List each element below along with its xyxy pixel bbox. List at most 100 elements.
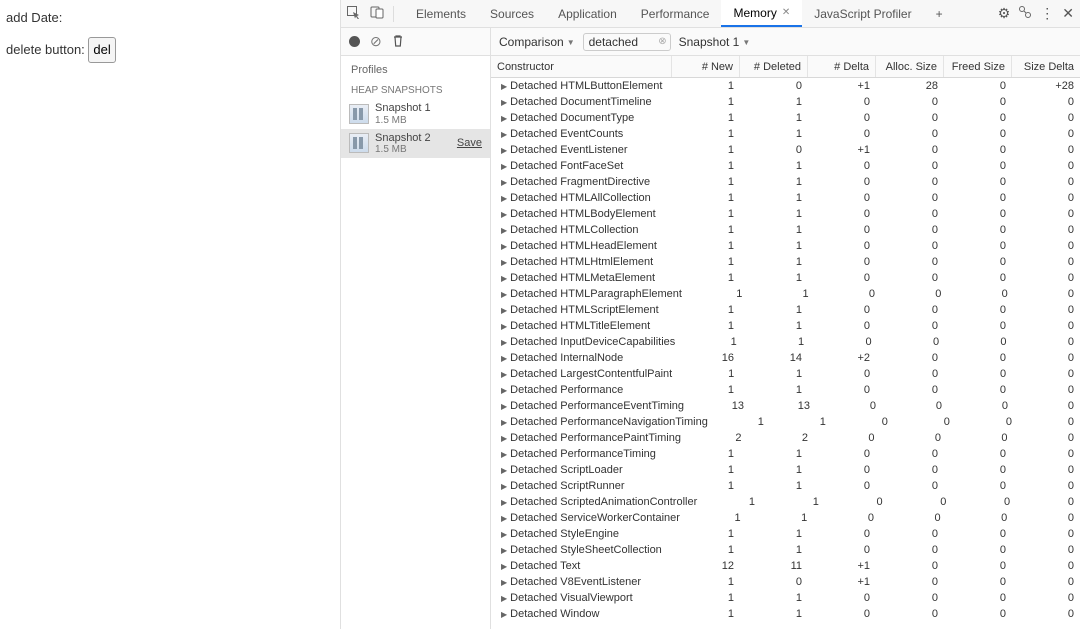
col-freed-size[interactable]: Freed Size [944, 56, 1012, 77]
table-row[interactable]: ▶Detached V8EventListener10+1000 [491, 574, 1080, 590]
expand-icon[interactable]: ▶ [501, 530, 507, 539]
expand-icon[interactable]: ▶ [501, 290, 507, 299]
expand-icon[interactable]: ▶ [501, 226, 507, 235]
table-row[interactable]: ▶Detached PerformanceNavigationTiming110… [491, 414, 1080, 430]
expand-icon[interactable]: ▶ [501, 82, 507, 91]
expand-icon[interactable]: ▶ [501, 194, 507, 203]
table-row[interactable]: ▶Detached InternalNode1614+2000 [491, 350, 1080, 366]
table-row[interactable]: ▶Detached FontFaceSet110000 [491, 158, 1080, 174]
table-row[interactable]: ▶Detached HTMLTitleElement110000 [491, 318, 1080, 334]
expand-icon[interactable]: ▶ [501, 114, 507, 123]
expand-icon[interactable]: ▶ [501, 434, 507, 443]
tab-javascript-profiler[interactable]: JavaScript Profiler [802, 0, 923, 27]
table-row[interactable]: ▶Detached Text1211+1000 [491, 558, 1080, 574]
expand-icon[interactable]: ▶ [501, 562, 507, 571]
expand-icon[interactable]: ▶ [501, 594, 507, 603]
table-row[interactable]: ▶Detached HTMLParagraphElement110000 [491, 286, 1080, 302]
expand-icon[interactable]: ▶ [501, 322, 507, 331]
tab-application[interactable]: Application [546, 0, 629, 27]
expand-icon[interactable]: ▶ [501, 146, 507, 155]
device-toggle-icon[interactable] [365, 5, 389, 22]
del-button[interactable]: del [88, 37, 115, 64]
table-row[interactable]: ▶Detached HTMLHtmlElement110000 [491, 254, 1080, 270]
expand-icon[interactable]: ▶ [501, 402, 507, 411]
expand-icon[interactable]: ▶ [501, 210, 507, 219]
table-row[interactable]: ▶Detached Performance110000 [491, 382, 1080, 398]
tab-elements[interactable]: Elements [404, 0, 478, 27]
table-row[interactable]: ▶Detached HTMLButtonElement10+1280+28 [491, 78, 1080, 94]
table-row[interactable]: ▶Detached ScriptRunner110000 [491, 478, 1080, 494]
table-row[interactable]: ▶Detached HTMLMetaElement110000 [491, 270, 1080, 286]
expand-icon[interactable]: ▶ [501, 546, 507, 555]
devtools-close-icon[interactable]: ✕ [1062, 5, 1074, 22]
expand-icon[interactable]: ▶ [501, 498, 507, 507]
record-icon[interactable] [349, 36, 360, 47]
snapshot-item[interactable]: Snapshot 2 1.5 MB Save [341, 129, 490, 159]
col-deleted[interactable]: # Deleted [740, 56, 808, 77]
col-constructor[interactable]: Constructor [491, 56, 672, 77]
expand-icon[interactable]: ▶ [501, 386, 507, 395]
clear-icon[interactable]: ⊘ [370, 33, 382, 50]
table-row[interactable]: ▶Detached InputDeviceCapabilities110000 [491, 334, 1080, 350]
table-row[interactable]: ▶Detached VisualViewport110000 [491, 590, 1080, 606]
expand-icon[interactable]: ▶ [501, 418, 507, 427]
expand-icon[interactable]: ▶ [501, 514, 507, 523]
tab-performance[interactable]: Performance [629, 0, 722, 27]
table-row[interactable]: ▶Detached Window110000 [491, 606, 1080, 622]
table-row[interactable]: ▶Detached ServiceWorkerContainer110000 [491, 510, 1080, 526]
close-icon[interactable]: ✕ [782, 7, 790, 18]
col-size-delta[interactable]: Size Delta [1012, 56, 1080, 77]
snapshot-item[interactable]: Snapshot 1 1.5 MB [341, 99, 490, 129]
table-row[interactable]: ▶Detached DocumentTimeline110000 [491, 94, 1080, 110]
class-filter-input[interactable]: detached ⊗ [583, 33, 671, 51]
table-row[interactable]: ▶Detached HTMLAllCollection110000 [491, 190, 1080, 206]
expand-icon[interactable]: ▶ [501, 482, 507, 491]
tab-sources[interactable]: Sources [478, 0, 546, 27]
expand-icon[interactable]: ▶ [501, 258, 507, 267]
table-row[interactable]: ▶Detached PerformanceTiming110000 [491, 446, 1080, 462]
table-row[interactable]: ▶Detached EventListener10+1000 [491, 142, 1080, 158]
table-row[interactable]: ▶Detached HTMLBodyElement110000 [491, 206, 1080, 222]
col-new[interactable]: # New [672, 56, 740, 77]
gear-icon[interactable]: ⚙ [998, 5, 1011, 22]
tab-memory[interactable]: Memory✕ [721, 0, 802, 27]
table-row[interactable]: ▶Detached FragmentDirective110000 [491, 174, 1080, 190]
expand-icon[interactable]: ▶ [501, 162, 507, 171]
snapshot-save-link[interactable]: Save [457, 137, 482, 149]
expand-icon[interactable]: ▶ [501, 178, 507, 187]
table-row[interactable]: ▶Detached HTMLCollection110000 [491, 222, 1080, 238]
clear-filter-icon[interactable]: ⊗ [658, 36, 666, 47]
expand-icon[interactable]: ▶ [501, 354, 507, 363]
table-row[interactable]: ▶Detached HTMLScriptElement110000 [491, 302, 1080, 318]
table-row[interactable]: ▶Detached DocumentType110000 [491, 110, 1080, 126]
col-alloc-size[interactable]: Alloc. Size [876, 56, 944, 77]
expand-icon[interactable]: ▶ [501, 274, 507, 283]
table-row[interactable]: ▶Detached LargestContentfulPaint110000 [491, 366, 1080, 382]
expand-icon[interactable]: ▶ [501, 610, 507, 619]
baseline-select[interactable]: Snapshot 1▼ [679, 35, 751, 49]
table-row[interactable]: ▶Detached EventCounts110000 [491, 126, 1080, 142]
col-delta[interactable]: # Delta [808, 56, 876, 77]
expand-icon[interactable]: ▶ [501, 98, 507, 107]
expand-icon[interactable]: ▶ [501, 466, 507, 475]
expand-icon[interactable]: ▶ [501, 130, 507, 139]
tab-add[interactable]: + [924, 0, 955, 27]
experiments-icon[interactable] [1018, 5, 1032, 22]
table-row[interactable]: ▶Detached PerformancePaintTiming220000 [491, 430, 1080, 446]
view-select[interactable]: Comparison▼ [499, 35, 575, 49]
trash-icon[interactable] [392, 34, 404, 50]
table-row[interactable]: ▶Detached StyleSheetCollection110000 [491, 542, 1080, 558]
table-row[interactable]: ▶Detached ScriptedAnimationController110… [491, 494, 1080, 510]
expand-icon[interactable]: ▶ [501, 242, 507, 251]
expand-icon[interactable]: ▶ [501, 450, 507, 459]
expand-icon[interactable]: ▶ [501, 370, 507, 379]
table-row[interactable]: ▶Detached StyleEngine110000 [491, 526, 1080, 542]
kebab-icon[interactable]: ⋮ [1040, 5, 1054, 22]
expand-icon[interactable]: ▶ [501, 338, 507, 347]
inspect-icon[interactable] [341, 5, 365, 22]
table-row[interactable]: ▶Detached ScriptLoader110000 [491, 462, 1080, 478]
expand-icon[interactable]: ▶ [501, 578, 507, 587]
expand-icon[interactable]: ▶ [501, 306, 507, 315]
table-row[interactable]: ▶Detached HTMLHeadElement110000 [491, 238, 1080, 254]
table-row[interactable]: ▶Detached PerformanceEventTiming13130000 [491, 398, 1080, 414]
